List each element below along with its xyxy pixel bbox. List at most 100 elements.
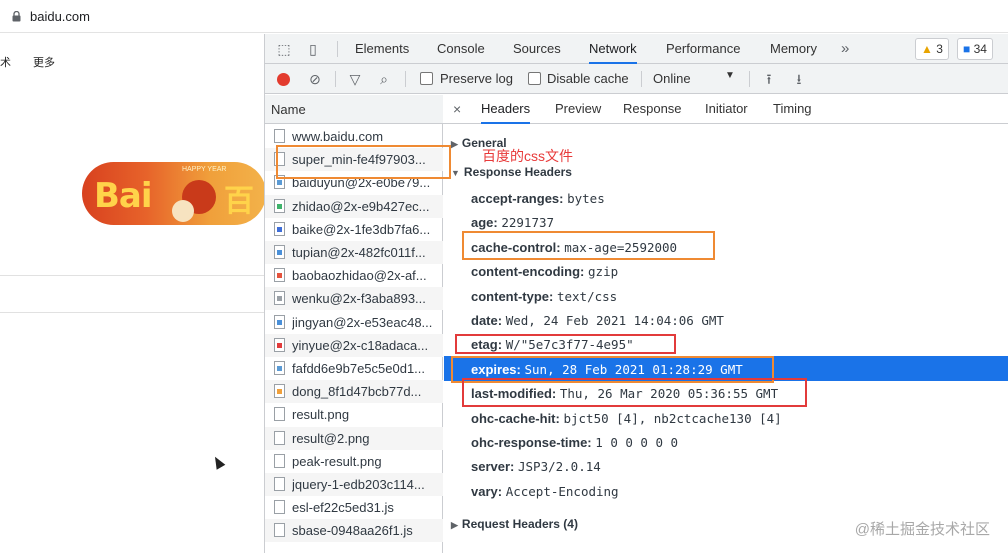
request-row[interactable]: wenku@2x-f3aba893... <box>265 287 443 311</box>
response-header-row[interactable]: ohc-cache-hit: bjct50 [4], nb2ctcache130… <box>471 411 782 426</box>
filter-icon[interactable]: ▽ <box>347 71 363 87</box>
header-value: 2291737 <box>501 215 555 231</box>
request-name: jingyan@2x-e53eac48... <box>292 314 433 330</box>
name-column-header[interactable]: Name <box>265 95 443 124</box>
annotation-box-cache-control <box>462 231 715 260</box>
nav-link[interactable]: 术 <box>0 54 11 70</box>
request-name: result.png <box>292 407 350 423</box>
file-icon <box>274 500 285 515</box>
throttling-select[interactable]: Online <box>653 71 691 86</box>
url-text[interactable]: baidu.com <box>30 9 90 24</box>
device-toggle-icon[interactable]: ▯ <box>305 41 321 57</box>
request-row[interactable]: yinyue@2x-c18adaca... <box>265 333 443 357</box>
logo-text: Bai <box>94 176 153 216</box>
annotation-label: 百度的css文件 <box>482 148 573 164</box>
request-row[interactable]: baobaozhidao@2x-af... <box>265 264 443 287</box>
tab-initiator[interactable]: Initiator <box>705 95 748 124</box>
request-headers-section[interactable]: ▶ Request Headers (4) <box>451 517 578 531</box>
tab-preview[interactable]: Preview <box>555 95 601 124</box>
tab-response[interactable]: Response <box>623 95 682 124</box>
upload-icon[interactable]: ⭱ <box>761 71 777 87</box>
address-bar[interactable]: baidu.com <box>0 0 1008 33</box>
tab-elements[interactable]: Elements <box>355 34 409 64</box>
tab-performance[interactable]: Performance <box>666 34 740 64</box>
file-icon <box>274 314 285 329</box>
request-row[interactable]: fafdd6e9b7e5c5e0d1... <box>265 357 443 380</box>
collapse-icon: ▼ <box>451 168 460 178</box>
request-row[interactable]: result@2.png <box>265 426 443 450</box>
tab-headers[interactable]: Headers <box>481 95 531 124</box>
tab-console[interactable]: Console <box>437 34 485 64</box>
request-row[interactable]: dong_8f1d47bcb77d... <box>265 380 443 404</box>
network-toolbar: ⊘ ▽ ⌕ Preserve log Disable cache Online … <box>265 64 1008 94</box>
file-thumbnail <box>277 366 282 371</box>
response-header-row[interactable]: content-type: text/css <box>471 289 617 304</box>
header-value: bjct50 [4], nb2ctcache130 [4] <box>563 410 782 426</box>
file-icon <box>274 453 285 468</box>
clear-icon[interactable]: ⊘ <box>307 71 323 87</box>
baidu-doodle-logo[interactable]: Bai HAPPY YEAR 百 <box>82 162 266 225</box>
preserve-log-checkbox[interactable] <box>420 72 433 85</box>
chevron-down-icon[interactable]: ▼ <box>725 70 735 81</box>
devtools-panel: ⬚ ▯ Elements Console Sources Network Per… <box>264 34 1008 553</box>
request-row[interactable]: zhidao@2x-e9b427ec... <box>265 194 443 218</box>
inspect-element-icon[interactable]: ⬚ <box>276 41 292 57</box>
file-icon <box>274 245 285 259</box>
request-row[interactable]: esl-ef22c5ed31.js <box>265 496 443 519</box>
header-key: date: <box>471 313 503 328</box>
response-header-row[interactable]: age: 2291737 <box>471 215 554 230</box>
header-key: age: <box>471 215 498 231</box>
messages-counter[interactable]: ■ 34 <box>957 38 993 60</box>
file-icon <box>274 384 285 399</box>
file-thumbnail <box>277 226 282 232</box>
close-icon[interactable]: × <box>453 101 461 117</box>
request-name: baobaozhidao@2x-af... <box>292 268 427 284</box>
disable-cache-checkbox[interactable] <box>528 72 541 85</box>
request-row[interactable]: tupian@2x-482fc011f... <box>265 241 443 264</box>
doodle-badge: HAPPY YEAR <box>182 166 227 173</box>
divider <box>0 275 264 276</box>
file-thumbnail <box>277 296 282 302</box>
request-row[interactable]: result.png <box>265 403 443 426</box>
request-name: peak-result.png <box>292 453 382 469</box>
warnings-counter[interactable]: ▲ 3 <box>915 38 949 60</box>
divider <box>337 41 338 57</box>
response-headers-section[interactable]: ▼ Response Headers <box>451 165 572 179</box>
response-header-row[interactable]: accept-ranges: bytes <box>471 191 605 206</box>
request-name: zhidao@2x-e9b427ec... <box>292 198 430 214</box>
nav-more-link[interactable]: 更多 <box>33 54 55 70</box>
request-row[interactable]: jquery-1-edb203c114... <box>265 473 443 496</box>
header-key: vary: <box>471 483 503 499</box>
tab-network[interactable]: Network <box>589 34 637 64</box>
request-row[interactable]: jingyan@2x-e53eac48... <box>265 311 443 334</box>
request-row[interactable]: peak-result.png <box>265 450 443 473</box>
header-value: bytes <box>567 191 605 206</box>
file-icon <box>274 221 285 236</box>
messages-count: 34 <box>973 42 987 56</box>
divider <box>0 312 264 313</box>
response-header-row[interactable]: vary: Accept-Encoding <box>471 484 619 499</box>
search-icon[interactable]: ⌕ <box>376 71 392 87</box>
record-icon[interactable] <box>277 73 290 86</box>
response-header-row[interactable]: date: Wed, 24 Feb 2021 14:04:06 GMT <box>471 313 724 328</box>
file-thumbnail <box>277 203 282 209</box>
request-row[interactable]: baike@2x-1fe3db7fa6... <box>265 218 443 241</box>
download-icon[interactable]: ⭳ <box>791 71 807 87</box>
file-thumbnail <box>277 273 282 279</box>
request-name: dong_8f1d47bcb77d... <box>292 384 422 400</box>
header-key: accept-ranges: <box>471 191 564 206</box>
annotation-box-last-modified <box>462 378 807 407</box>
response-header-row[interactable]: ohc-response-time: 1 0 0 0 0 0 <box>471 435 678 450</box>
request-row[interactable]: sbase-0948aa26f1.js <box>265 519 443 543</box>
response-header-row[interactable]: content-encoding: gzip <box>471 264 618 279</box>
header-value: Accept-Encoding <box>505 483 619 499</box>
tab-timing[interactable]: Timing <box>773 95 812 124</box>
response-header-row[interactable]: server: JSP3/2.0.14 <box>471 459 601 474</box>
divider <box>641 71 642 87</box>
tab-memory[interactable]: Memory <box>770 34 817 64</box>
file-thumbnail <box>277 180 282 186</box>
warning-icon: ▲ <box>921 42 933 56</box>
more-tabs-icon[interactable]: » <box>841 40 849 57</box>
header-value: Wed, 24 Feb 2021 14:04:06 GMT <box>505 313 724 328</box>
tab-sources[interactable]: Sources <box>513 34 561 64</box>
